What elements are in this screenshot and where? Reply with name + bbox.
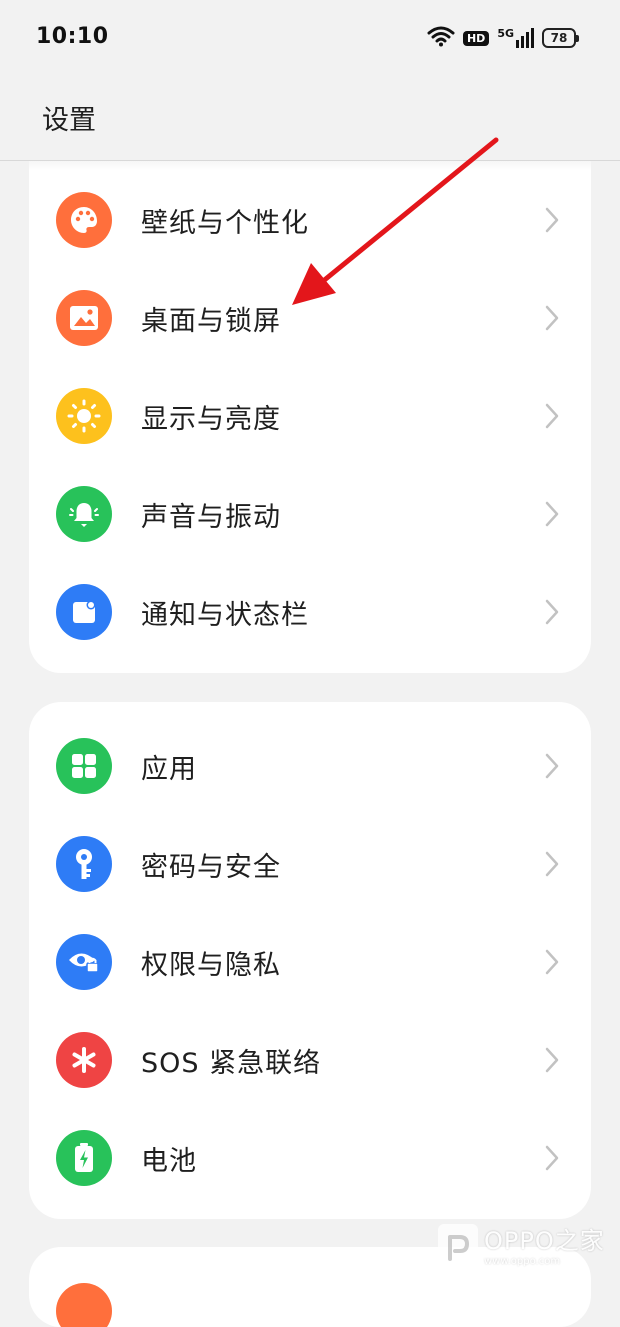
chevron-right-icon xyxy=(541,1144,563,1172)
settings-item-desktop-lockscreen[interactable]: 桌面与锁屏 xyxy=(29,269,591,367)
settings-item-password-security[interactable]: 密码与安全 xyxy=(29,815,591,913)
notification-icon xyxy=(56,584,112,640)
settings-group-display: 壁纸与个性化 桌面与锁屏 显示与亮度 声音与振动 通知与状态栏 xyxy=(29,161,591,673)
sos-asterisk-icon xyxy=(56,1032,112,1088)
settings-item-label: 应用 xyxy=(141,753,197,785)
watermark-logo-icon xyxy=(438,1224,478,1272)
chevron-right-icon xyxy=(541,304,563,332)
settings-item-apps[interactable]: 应用 xyxy=(29,717,591,815)
settings-item-label: 显示与亮度 xyxy=(141,403,281,435)
settings-item-notification-statusbar[interactable]: 通知与状态栏 xyxy=(29,563,591,661)
chevron-right-icon xyxy=(541,752,563,780)
hd-icon: HD xyxy=(462,30,490,46)
watermark: OPPO之家 www.oppo.com xyxy=(438,1218,613,1278)
status-icons: HD 5G 78 xyxy=(427,24,579,52)
watermark-text: OPPO之家 www.oppo.com xyxy=(484,1229,605,1267)
settings-item-label: 权限与隐私 xyxy=(141,949,281,981)
chevron-right-icon xyxy=(541,598,563,626)
chevron-right-icon xyxy=(541,1046,563,1074)
sun-icon xyxy=(56,388,112,444)
chevron-right-icon xyxy=(541,206,563,234)
settings-item-sound-vibration[interactable]: 声音与振动 xyxy=(29,465,591,563)
battery-charging-icon xyxy=(56,1130,112,1186)
settings-item-wallpaper[interactable]: 壁纸与个性化 xyxy=(29,171,591,269)
settings-item-label: 壁纸与个性化 xyxy=(141,207,309,239)
apps-grid-icon xyxy=(56,738,112,794)
battery-level: 78 xyxy=(550,31,568,45)
settings-item-display-brightness[interactable]: 显示与亮度 xyxy=(29,367,591,465)
settings-item-label: SOS 紧急联络 xyxy=(141,1047,322,1079)
privacy-eye-icon xyxy=(56,934,112,990)
chevron-right-icon xyxy=(541,948,563,976)
settings-item-label: 通知与状态栏 xyxy=(141,599,309,631)
settings-item-label: 桌面与锁屏 xyxy=(141,305,281,337)
settings-group-system: 应用 密码与安全 权限与隐私 SOS 紧急联络 电池 xyxy=(29,702,591,1219)
wifi-icon xyxy=(427,25,455,51)
settings-item-label: 声音与振动 xyxy=(141,501,281,533)
settings-item-permissions-privacy[interactable]: 权限与隐私 xyxy=(29,913,591,1011)
settings-item-sos[interactable]: SOS 紧急联络 xyxy=(29,1011,591,1109)
settings-item-label: 电池 xyxy=(141,1145,197,1177)
signal-5g-icon: 5G xyxy=(497,28,534,48)
settings-item-battery[interactable]: 电池 xyxy=(29,1109,591,1207)
network-label: 5G xyxy=(497,27,514,40)
settings-item-label: 密码与安全 xyxy=(141,851,281,883)
chevron-right-icon xyxy=(541,500,563,528)
page-title: 设置 xyxy=(42,105,96,136)
key-icon xyxy=(56,836,112,892)
picture-icon xyxy=(56,290,112,346)
chevron-right-icon xyxy=(541,402,563,430)
watermark-brand: OPPO之家 xyxy=(484,1227,605,1255)
status-time: 10:10 xyxy=(36,24,109,49)
bell-icon xyxy=(56,486,112,542)
chevron-right-icon xyxy=(541,850,563,878)
palette-icon xyxy=(56,192,112,248)
watermark-url: www.oppo.com xyxy=(484,1256,561,1267)
status-bar: 10:10 HD 5G 78 xyxy=(0,0,620,76)
battery-icon: 78 xyxy=(542,28,579,48)
